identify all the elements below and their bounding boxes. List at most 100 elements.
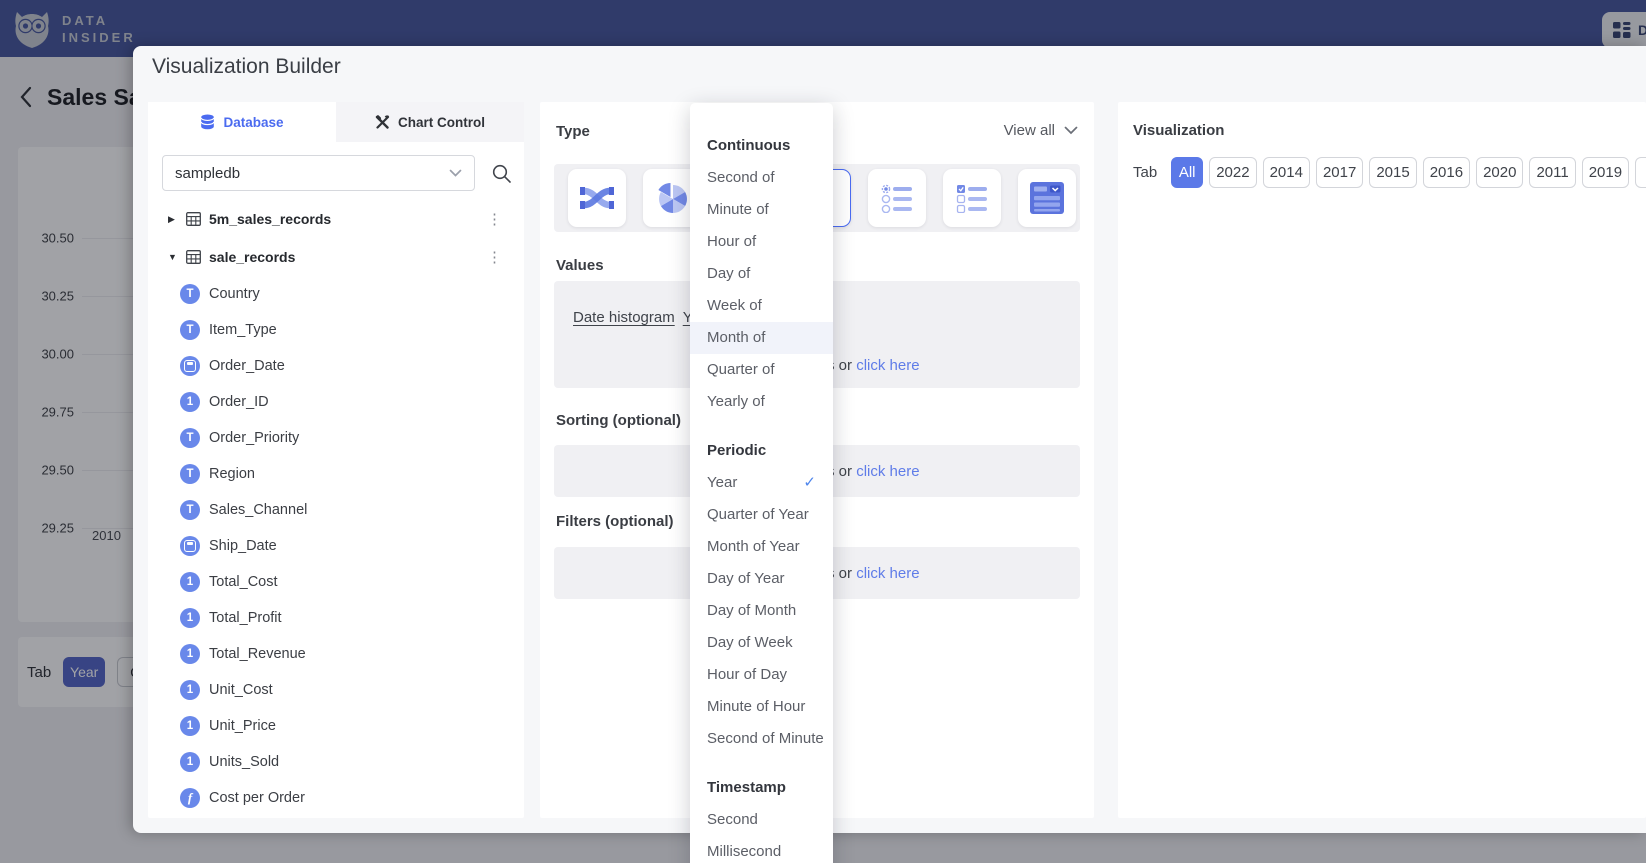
granularity-dropdown-menu: Continuous Second of Minute of Hour of D… <box>690 103 833 863</box>
field-type-icon: 1 <box>180 608 200 628</box>
chart-type-sankey-tile[interactable] <box>568 169 626 227</box>
year-tab-button[interactable]: 2 <box>1635 157 1646 188</box>
field-row[interactable]: Order_Date <box>148 348 524 384</box>
menu-item[interactable]: Day of Month <box>690 595 833 627</box>
viz-tab-label: Tab <box>1133 164 1157 181</box>
year-tab-button[interactable]: 2015 <box>1369 157 1416 188</box>
field-type-icon: 1 <box>180 752 200 772</box>
menu-item[interactable]: Week of <box>690 290 833 322</box>
menu-item-label: Second <box>707 804 758 836</box>
field-name: Ship_Date <box>209 538 277 554</box>
field-row[interactable]: T Region <box>148 456 524 492</box>
field-row[interactable]: 1 Unit_Cost <box>148 672 524 708</box>
field-row[interactable]: T Order_Priority <box>148 420 524 456</box>
visualization-builder-modal: Visualization Builder Database <box>133 46 1646 833</box>
table-row-5m-sales-records[interactable]: ▶ 5m_sales_records ⋮ <box>148 200 524 238</box>
menu-item[interactable]: Yearly of <box>690 386 833 418</box>
menu-item-label: Continuous <box>707 130 790 162</box>
menu-item[interactable]: Month of <box>690 322 833 354</box>
table-menu-kebab-icon[interactable]: ⋮ <box>487 212 502 227</box>
menu-item[interactable]: Periodic <box>690 435 833 467</box>
menu-item-label: Quarter of <box>707 354 775 386</box>
field-row[interactable]: f Cost per Order <box>148 780 524 816</box>
menu-item-label: Hour of Day <box>707 659 787 691</box>
menu-item-label: Week of <box>707 290 762 322</box>
database-select[interactable]: sampledb <box>162 155 475 191</box>
field-name: Country <box>209 286 260 302</box>
view-all-button[interactable]: View all <box>1004 122 1078 139</box>
menu-item-label: Day of Month <box>707 595 796 627</box>
filters-section-label: Filters (optional) <box>556 513 674 530</box>
sorting-section-label: Sorting (optional) <box>556 412 681 429</box>
field-type-icon: 1 <box>180 680 200 700</box>
visualization-panel: Visualization Tab All 2022 2014 2017 201… <box>1118 102 1646 818</box>
table-row-sale-records[interactable]: ▼ sale_records ⋮ <box>148 238 524 276</box>
field-type-icon: 1 <box>180 572 200 592</box>
tab-chart-control-label: Chart Control <box>398 115 485 130</box>
menu-item[interactable]: Month of Year <box>690 531 833 563</box>
chart-type-table-dropdown-tile[interactable] <box>1018 169 1076 227</box>
menu-item-label: Day of <box>707 258 750 290</box>
menu-item[interactable]: Second of Minute <box>690 723 833 755</box>
year-tab-button[interactable]: 2014 <box>1263 157 1310 188</box>
type-section-label: Type <box>556 123 590 140</box>
field-row[interactable]: 1 Unit_Price <box>148 708 524 744</box>
field-row[interactable]: Ship_Date <box>148 528 524 564</box>
chart-type-checkbox-list-tile[interactable] <box>943 169 1001 227</box>
search-button[interactable] <box>491 163 512 184</box>
year-tab-button[interactable]: 2019 <box>1582 157 1629 188</box>
radio-list-icon <box>880 183 914 213</box>
menu-item[interactable]: Millisecond <box>690 836 833 863</box>
menu-item[interactable]: Day of <box>690 258 833 290</box>
menu-item[interactable]: Minute of Hour <box>690 691 833 723</box>
caret-collapsed-icon[interactable]: ▶ <box>168 214 184 225</box>
menu-item[interactable]: Second of <box>690 162 833 194</box>
chart-type-radio-list-tile[interactable] <box>868 169 926 227</box>
menu-item-label: Quarter of Year <box>707 499 809 531</box>
field-row[interactable]: 1 Total_Cost <box>148 564 524 600</box>
menu-item[interactable]: Year ✓ <box>690 467 833 499</box>
date-histogram-chip[interactable]: Date histogram <box>573 309 675 326</box>
menu-item[interactable]: Quarter of <box>690 354 833 386</box>
caret-expanded-icon[interactable]: ▼ <box>168 252 184 262</box>
field-row[interactable]: 1 Units_Sold <box>148 744 524 780</box>
sankey-icon <box>580 184 614 212</box>
menu-item[interactable]: Day of Year <box>690 563 833 595</box>
menu-item-label: Periodic <box>707 435 766 467</box>
field-row[interactable]: T Sales_Channel <box>148 492 524 528</box>
table-icon <box>186 250 201 264</box>
table-menu-kebab-icon[interactable]: ⋮ <box>487 250 502 265</box>
click-here-link[interactable]: click here <box>856 357 919 374</box>
menu-item[interactable]: Timestamp <box>690 772 833 804</box>
field-row[interactable]: T Country <box>148 276 524 312</box>
year-tab-button[interactable]: 2017 <box>1316 157 1363 188</box>
year-tab-button[interactable]: All <box>1171 157 1203 188</box>
field-row[interactable]: 1 Total_Revenue <box>148 636 524 672</box>
tab-database[interactable]: Database <box>148 102 336 142</box>
menu-item-label: Yearly of <box>707 386 765 418</box>
field-row[interactable]: T Item_Type <box>148 312 524 348</box>
year-tab-button[interactable]: 2011 <box>1529 157 1575 188</box>
click-here-link[interactable]: click here <box>856 463 919 480</box>
menu-item[interactable]: Quarter of Year <box>690 499 833 531</box>
field-row[interactable]: 1 Order_ID <box>148 384 524 420</box>
year-tab-button[interactable]: 2022 <box>1209 157 1256 188</box>
chevron-down-icon <box>1064 126 1078 135</box>
year-tab-button[interactable]: 2020 <box>1476 157 1523 188</box>
year-tab-button[interactable]: 2016 <box>1423 157 1470 188</box>
source-row: sampledb <box>162 155 512 191</box>
menu-item[interactable]: Day of Week <box>690 627 833 659</box>
menu-item[interactable]: Continuous <box>690 130 833 162</box>
menu-item[interactable]: Hour of Day <box>690 659 833 691</box>
field-name: Total_Profit <box>209 610 282 626</box>
menu-item[interactable]: Hour of <box>690 226 833 258</box>
field-row[interactable]: 1 Total_Profit <box>148 600 524 636</box>
database-icon <box>200 114 215 130</box>
menu-item[interactable]: Minute of <box>690 194 833 226</box>
chevron-down-icon <box>449 169 462 177</box>
field-name: Cost per Order <box>209 790 305 806</box>
menu-item[interactable]: Second <box>690 804 833 836</box>
click-here-link[interactable]: click here <box>856 565 919 582</box>
tab-chart-control[interactable]: Chart Control <box>336 102 524 142</box>
field-type-icon: T <box>180 500 200 520</box>
